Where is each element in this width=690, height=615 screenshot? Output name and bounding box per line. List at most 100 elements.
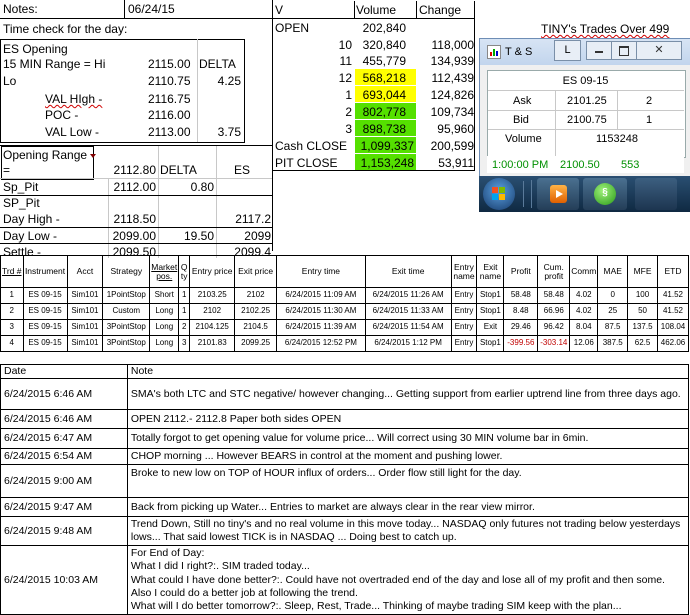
minimize-button[interactable] [586, 41, 612, 60]
vol-row-change: 118,000 [431, 38, 475, 52]
day-low-value: 2099.00 [112, 229, 156, 243]
vol-row-change: 109,734 [430, 105, 474, 119]
windows-start-icon[interactable] [483, 178, 515, 210]
cell: 6/24/2015 11:30 AM [276, 303, 366, 320]
tick-price: 2100.50 [560, 159, 600, 171]
vol-header-volume: Volume [356, 3, 397, 17]
cell: 2101.83 [189, 335, 236, 352]
cell: Sim101 [66, 303, 104, 320]
cell: ES 09-15 [22, 287, 68, 304]
col-header: Entry time [276, 255, 366, 288]
notes-table: Date Note 6/24/2015 6:46 AM SMA's both L… [0, 363, 690, 615]
cell: Entry [450, 303, 478, 320]
grid-line [0, 178, 272, 179]
vol-row-v: 12 [338, 71, 352, 85]
cell: Long [149, 335, 180, 352]
date-value: 06/24/15 [128, 2, 175, 16]
sp-pit-value: 2112.00 [113, 180, 157, 194]
vol-row-volume: 898,738 [362, 122, 406, 136]
trades-header-row: Trd # Instrument Acct Strategy Market po… [0, 255, 690, 288]
cell: Entry [450, 287, 478, 304]
col-header: Entry price [189, 255, 236, 288]
day-high-label: Day High - [3, 212, 60, 226]
ts-l-button[interactable]: L [554, 40, 581, 61]
sp-pit-label-2: SP_Pit [3, 196, 40, 210]
cell: 41.52 [656, 303, 690, 320]
vol-row-change: 134,939 [430, 54, 474, 68]
vol-row-volume: 693,044 [362, 88, 406, 102]
vol-row-change: 124,826 [430, 88, 474, 102]
cell: ES 09-15 [22, 335, 68, 352]
cell: 3 [178, 335, 191, 352]
taskbar-button[interactable] [635, 178, 677, 210]
ask-size: 2 [646, 95, 653, 107]
cash-close-change: 200,599 [430, 139, 474, 153]
media-player-button[interactable] [537, 178, 579, 210]
es-row-label: VAL Low - [45, 125, 100, 139]
time-and-sales-window[interactable]: T & S L ✕ ES 09-15 Ask 2101.25 2 Bid 210… [479, 38, 690, 178]
sp-pit-delta: 0.80 [190, 180, 214, 194]
grid-line [0, 227, 272, 228]
note-date: 6/24/2015 9:48 AM [0, 516, 128, 547]
open-label: OPEN [275, 21, 310, 35]
opening-range-title: Opening Range [3, 148, 88, 162]
table-row: 6/24/2015 6:46 AM OPEN 2112.- 2112.8 Pap… [0, 409, 690, 430]
val-high-label: VAL HIgh - [45, 92, 103, 106]
cell: Short [149, 287, 180, 304]
ninjatrader-icon: § [594, 183, 616, 205]
cell: ES 09-15 [22, 319, 68, 336]
table-row: 1 ES 09-15 Sim101 1PointStop Short 1 2103.25 21… [0, 287, 690, 304]
grid-line [124, 0, 125, 18]
cell: Entry [450, 319, 478, 336]
vol-header-change: Change [419, 3, 462, 17]
cell: 2104.5 [234, 319, 278, 336]
ts-title: T & S [505, 46, 533, 58]
es-row-label: POC - [45, 108, 79, 122]
col-header-text: Trd # [2, 266, 22, 277]
cell: 8.04 [569, 319, 599, 336]
day-high-value: 2118.50 [113, 212, 157, 226]
cell: 2099.25 [234, 335, 278, 352]
col-header: Exit price [234, 255, 278, 288]
cell: 1 [178, 303, 191, 320]
note-date: 6/24/2015 9:00 AM [0, 464, 128, 499]
vol-header-v: V [275, 3, 284, 17]
cell: Stop1 [476, 287, 505, 304]
table-row: 6/24/2015 6:46 AM SMA's both LTC and STC… [0, 378, 690, 411]
es-row-value: 2116.75 [148, 92, 191, 106]
restore-button[interactable] [611, 41, 637, 60]
ts-instrument: ES 09-15 [562, 75, 609, 87]
cell: 62.5 [627, 335, 658, 352]
ninjatrader-button[interactable]: § [583, 178, 627, 210]
comment-marker [90, 154, 96, 158]
bid-price: 2100.75 [567, 114, 607, 126]
es-opening-title: ES Opening [3, 42, 68, 56]
table-row: 6/24/2015 6:54 AM CHOP morning ... Howev… [0, 448, 690, 466]
cell: -303.14 [537, 335, 571, 352]
cell: Entry [450, 335, 478, 352]
restore-icon [619, 46, 629, 56]
col-header: MAE [597, 255, 629, 288]
cell: 4.02 [569, 303, 599, 320]
col-header: Cum. profit [537, 255, 571, 288]
cell: Stop1 [476, 335, 505, 352]
note-line: What could I have done better?:. Could h… [130, 573, 665, 586]
table-row: 6/24/2015 6:47 AM Totally forgot to get … [0, 428, 690, 450]
note-date: 6/24/2015 9:47 AM [0, 497, 128, 518]
table-row: 2 ES 09-15 Sim101 Custom Long 1 2102 2102.25 6/2… [0, 303, 690, 320]
col-header: MFE [627, 255, 658, 288]
vol-row-change: 112,439 [431, 71, 475, 85]
cell: 6/24/2015 12:52 PM [276, 335, 366, 352]
grid-line [416, 1, 417, 19]
es-row-label: Lo [3, 74, 17, 88]
cell: 3PointStop [102, 335, 151, 352]
col-header: Strategy [102, 255, 151, 288]
grid-line [197, 39, 198, 142]
cell: 2102.25 [234, 303, 278, 320]
cell: 87.5 [597, 319, 629, 336]
cell: Long [149, 303, 180, 320]
vol-row-v: 3 [345, 122, 352, 136]
table-row: 6/24/2015 10:03 AM For End of Day: What … [0, 545, 690, 615]
cell: Stop1 [476, 303, 505, 320]
close-button[interactable]: ✕ [636, 41, 682, 60]
